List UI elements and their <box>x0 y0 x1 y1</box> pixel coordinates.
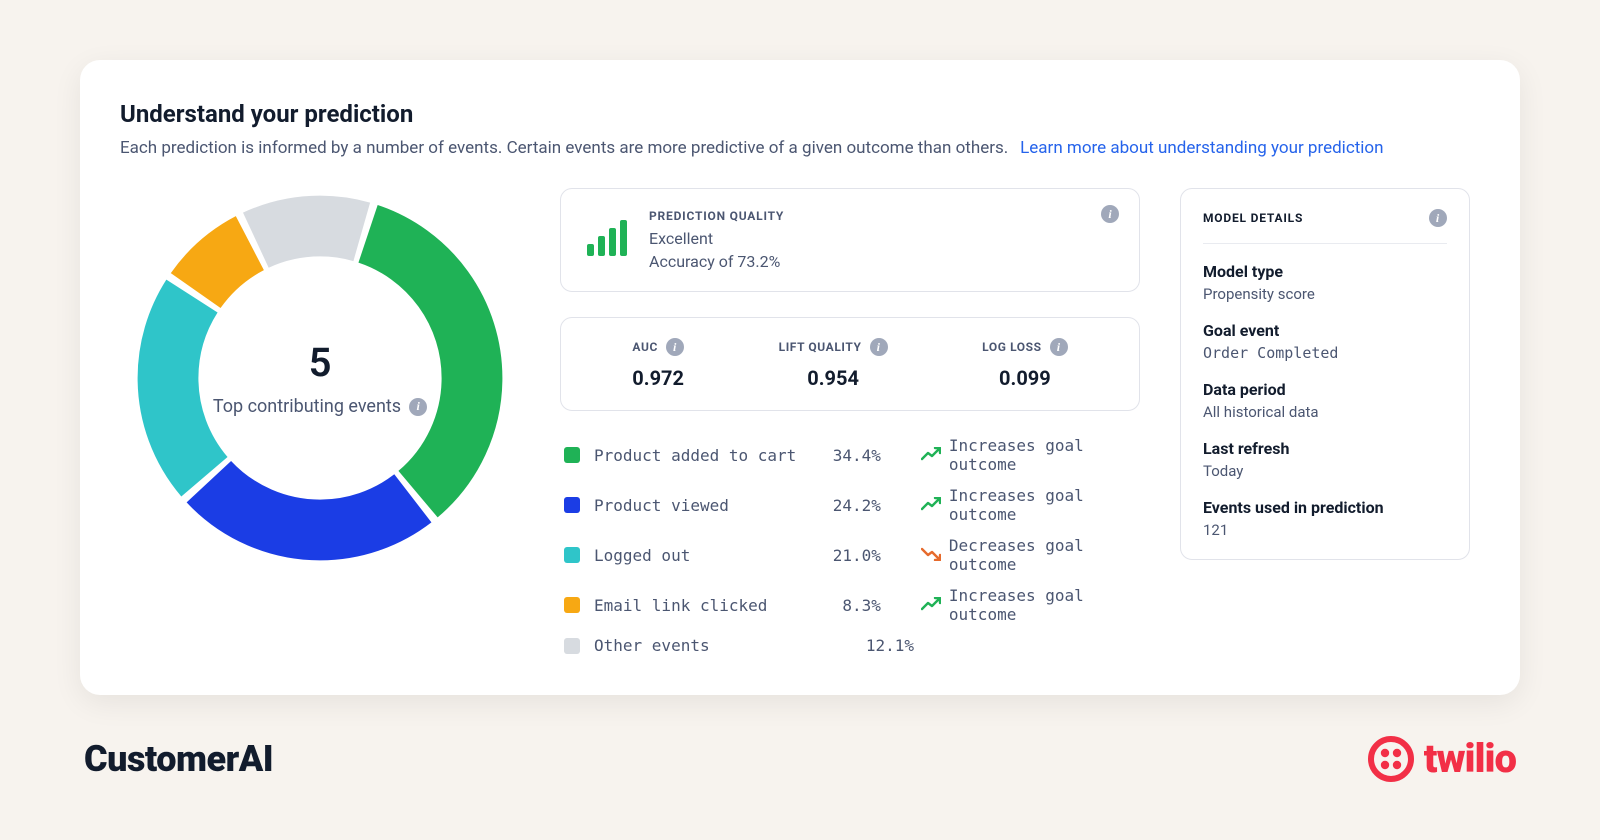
legend-row: Product added to cart34.4% Increases goal… <box>564 436 1136 474</box>
model-detail-value: Today <box>1203 462 1447 480</box>
customerai-logo: CustomerAI <box>84 738 273 780</box>
donut-center-count: 5 <box>309 339 332 386</box>
prediction-quality-panel: i PREDICTION QUALITY Excellent Accur <box>560 188 1140 292</box>
model-detail-item: Last refresh Today <box>1203 439 1447 480</box>
legend-name: Product viewed <box>594 496 818 515</box>
model-detail-item: Goal event Order Completed <box>1203 321 1447 362</box>
legend-row: Product viewed24.2% Increases goal outcom… <box>564 486 1136 524</box>
model-details-heading: MODEL DETAILS <box>1203 211 1303 225</box>
legend-percent: 24.2% <box>818 496 881 515</box>
twilio-logo: twilio <box>1368 735 1516 782</box>
auc-value: 0.972 <box>632 366 684 390</box>
legend-percent: 34.4% <box>818 446 881 465</box>
model-detail-value: Order Completed <box>1203 344 1447 362</box>
model-detail-value: All historical data <box>1203 403 1447 421</box>
legend-name: Logged out <box>594 546 818 565</box>
legend-name: Product added to cart <box>594 446 818 465</box>
legend-effect-text: Increases goal outcome <box>949 486 1136 524</box>
legend-name: Email link clicked <box>594 596 818 615</box>
prediction-quality-heading: PREDICTION QUALITY <box>649 209 784 223</box>
donut-center-label: Top contributing events <box>213 396 401 417</box>
legend-swatch <box>564 447 580 463</box>
legend-row: Logged out21.0% Decreases goal outcome <box>564 536 1136 574</box>
legend-swatch <box>564 597 580 613</box>
info-icon[interactable]: i <box>1050 338 1068 356</box>
lift-label: LIFT QUALITY <box>779 340 862 354</box>
model-detail-key: Goal event <box>1203 321 1447 340</box>
learn-more-link[interactable]: Learn more about understanding your pred… <box>1020 138 1383 158</box>
model-detail-item: Data period All historical data <box>1203 380 1447 421</box>
prediction-card: Understand your prediction Each predicti… <box>80 60 1520 695</box>
info-icon[interactable]: i <box>409 398 427 416</box>
trend-down-icon <box>921 546 941 565</box>
model-detail-value: 121 <box>1203 521 1447 539</box>
trend-up-icon <box>921 596 941 615</box>
model-detail-key: Last refresh <box>1203 439 1447 458</box>
model-detail-key: Data period <box>1203 380 1447 399</box>
legend-percent: 8.3% <box>818 596 881 615</box>
legend-effect: Increases goal outcome <box>921 586 1136 624</box>
prediction-accuracy: Accuracy of 73.2% <box>649 252 784 271</box>
donut-chart: 5 Top contributing events i <box>120 188 520 568</box>
info-icon[interactable]: i <box>1429 209 1447 227</box>
legend-percent: 12.1% <box>844 636 914 655</box>
legend-effect: Decreases goal outcome <box>921 536 1136 574</box>
page-title: Understand your prediction <box>120 100 1470 128</box>
logloss-label: LOG LOSS <box>982 340 1042 354</box>
legend-effect: Increases goal outcome <box>921 436 1136 474</box>
metrics-panel: AUC i 0.972 LIFT QUALITY i 0.954 <box>560 317 1140 411</box>
legend-row: Email link clicked8.3% Increases goal out… <box>564 586 1136 624</box>
info-icon[interactable]: i <box>666 338 684 356</box>
legend-effect-text: Decreases goal outcome <box>949 536 1136 574</box>
twilio-icon <box>1368 736 1414 782</box>
prediction-quality-value: Excellent <box>649 229 784 248</box>
legend-effect: Increases goal outcome <box>921 486 1136 524</box>
model-detail-key: Events used in prediction <box>1203 498 1447 517</box>
legend-swatch <box>564 638 580 654</box>
logloss-value: 0.099 <box>982 366 1068 390</box>
model-details-panel: MODEL DETAILS i Model type Propensity sco… <box>1180 188 1470 560</box>
model-detail-key: Model type <box>1203 262 1447 281</box>
trend-up-icon <box>921 446 941 465</box>
legend-row: Other events12.1% <box>564 636 1136 655</box>
legend-name: Other events <box>594 636 844 655</box>
legend-effect-text: Increases goal outcome <box>949 586 1136 624</box>
model-detail-item: Model type Propensity score <box>1203 262 1447 303</box>
twilio-wordmark: twilio <box>1424 735 1516 782</box>
page-subtitle: Each prediction is informed by a number … <box>120 138 1008 158</box>
legend-effect-text: Increases goal outcome <box>949 436 1136 474</box>
model-detail-value: Propensity score <box>1203 285 1447 303</box>
contributing-events-legend: Product added to cart34.4% Increases goal… <box>560 436 1140 655</box>
info-icon[interactable]: i <box>1101 205 1119 223</box>
lift-value: 0.954 <box>779 366 888 390</box>
trend-up-icon <box>921 496 941 515</box>
legend-swatch <box>564 547 580 563</box>
signal-bars-icon <box>585 220 629 260</box>
info-icon[interactable]: i <box>870 338 888 356</box>
model-detail-item: Events used in prediction 121 <box>1203 498 1447 539</box>
page-subtitle-row: Each prediction is informed by a number … <box>120 138 1470 158</box>
footer: CustomerAI twilio <box>80 735 1520 782</box>
legend-percent: 21.0% <box>818 546 881 565</box>
legend-swatch <box>564 497 580 513</box>
auc-label: AUC <box>632 340 658 354</box>
